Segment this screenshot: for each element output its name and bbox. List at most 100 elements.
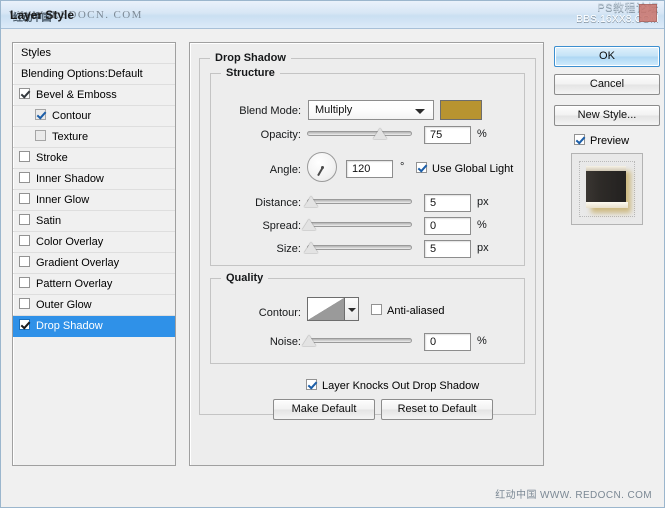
- footer-watermark-url: WWW. REDOCN. COM: [540, 490, 652, 501]
- style-item-label: Texture: [52, 131, 89, 143]
- style-item-inner-shadow[interactable]: Inner Shadow: [13, 169, 175, 190]
- checkbox-outer-glow[interactable]: [19, 298, 30, 309]
- blend-mode-value: Multiply: [315, 104, 353, 116]
- use-global-light-row[interactable]: Use Global Light: [416, 162, 513, 176]
- style-item-label: Inner Glow: [36, 194, 90, 206]
- structure-group: Structure Blend Mode: Multiply Opacity: …: [210, 67, 525, 266]
- angle-input[interactable]: 120: [346, 160, 393, 178]
- checkbox-stroke[interactable]: [19, 151, 30, 162]
- style-item-gradient-overlay[interactable]: Gradient Overlay: [13, 253, 175, 274]
- blend-mode-select[interactable]: Multiply: [308, 100, 434, 120]
- brand-watermark-square: [639, 4, 657, 22]
- checkbox-drop-shadow[interactable]: [19, 319, 30, 330]
- chevron-down-icon: [348, 308, 356, 312]
- new-style-button[interactable]: New Style...: [554, 105, 660, 126]
- checkbox-use-global-light[interactable]: [416, 162, 427, 173]
- structure-group-title: Structure: [221, 67, 280, 79]
- style-item-texture[interactable]: Texture: [13, 127, 175, 148]
- distance-slider-track: [307, 199, 412, 204]
- styles-list-panel: Styles Blending Options:Default Bevel & …: [12, 42, 176, 466]
- use-global-light-label: Use Global Light: [432, 163, 514, 175]
- style-item-bevel-emboss[interactable]: Bevel & Emboss: [13, 85, 175, 106]
- style-item-outer-glow[interactable]: Outer Glow: [13, 295, 175, 316]
- checkbox-gradient-overlay[interactable]: [19, 256, 30, 267]
- anti-aliased-label: Anti-aliased: [387, 305, 445, 317]
- style-item-stroke[interactable]: Stroke: [13, 148, 175, 169]
- contour-preview-swatch[interactable]: [307, 297, 345, 321]
- style-item-label: Color Overlay: [36, 236, 104, 248]
- checkbox-satin[interactable]: [19, 214, 30, 225]
- make-default-button[interactable]: Make Default: [273, 399, 375, 420]
- distance-label: Distance:: [255, 197, 301, 209]
- drop-shadow-group-title: Drop Shadow: [210, 52, 291, 64]
- layer-style-dialog: WWW. REDOCN. COM 红动中国 Layer Style PS教程论坛…: [0, 0, 665, 508]
- ok-button[interactable]: OK: [554, 46, 660, 67]
- style-item-contour[interactable]: Contour: [13, 106, 175, 127]
- checkbox-pattern-overlay[interactable]: [19, 277, 30, 288]
- size-unit: px: [477, 242, 489, 254]
- opacity-slider-thumb[interactable]: [373, 128, 387, 139]
- angle-dial-needle: [317, 167, 324, 177]
- size-slider-track: [307, 245, 412, 250]
- style-preview-thumbnail: [571, 153, 643, 225]
- checkbox-bevel-emboss[interactable]: [19, 88, 30, 99]
- style-item-label: Gradient Overlay: [36, 257, 120, 269]
- style-item-label: Satin: [36, 215, 62, 227]
- checkbox-contour[interactable]: [35, 109, 46, 120]
- distance-input[interactable]: 5: [424, 194, 471, 212]
- spread-input[interactable]: 0: [424, 217, 471, 235]
- spread-slider-thumb[interactable]: [302, 219, 316, 230]
- noise-slider-thumb[interactable]: [302, 335, 316, 346]
- checkbox-inner-shadow[interactable]: [19, 172, 30, 183]
- checkbox-preview[interactable]: [574, 134, 585, 145]
- checkbox-inner-glow[interactable]: [19, 193, 30, 204]
- styles-list-header: Styles: [13, 43, 175, 64]
- size-slider[interactable]: [304, 241, 412, 255]
- knockout-row[interactable]: Layer Knocks Out Drop Shadow: [306, 379, 479, 393]
- size-input[interactable]: 5: [424, 240, 471, 258]
- preview-row[interactable]: Preview: [574, 134, 629, 148]
- checkbox-texture[interactable]: [35, 130, 46, 141]
- blending-options-row[interactable]: Blending Options:Default: [13, 64, 175, 85]
- contour-dropdown-button[interactable]: [345, 297, 359, 321]
- style-item-label: Inner Shadow: [36, 173, 104, 185]
- distance-unit: px: [477, 196, 489, 208]
- style-item-inner-glow[interactable]: Inner Glow: [13, 190, 175, 211]
- shadow-color-swatch[interactable]: [440, 100, 482, 120]
- window-title: Layer Style: [10, 8, 75, 22]
- noise-input[interactable]: 0: [424, 333, 471, 351]
- opacity-input[interactable]: 75: [424, 126, 471, 144]
- distance-slider[interactable]: [304, 195, 412, 209]
- spread-slider[interactable]: [302, 218, 412, 232]
- style-item-satin[interactable]: Satin: [13, 211, 175, 232]
- opacity-slider[interactable]: [307, 127, 412, 141]
- style-item-drop-shadow[interactable]: Drop Shadow: [13, 316, 175, 337]
- noise-label: Noise:: [269, 336, 301, 348]
- checkbox-color-overlay[interactable]: [19, 235, 30, 246]
- preview-label: Preview: [590, 135, 630, 147]
- brand-watermark: PS教程论坛 BBS.16XX8.COM: [576, 2, 659, 26]
- preview-bottom-highlight: [586, 202, 628, 208]
- style-item-color-overlay[interactable]: Color Overlay: [13, 232, 175, 253]
- checkbox-anti-aliased[interactable]: [371, 304, 382, 315]
- style-item-pattern-overlay[interactable]: Pattern Overlay: [13, 274, 175, 295]
- style-item-label: Contour: [52, 110, 92, 122]
- noise-unit: %: [477, 335, 487, 347]
- anti-aliased-row[interactable]: Anti-aliased: [371, 304, 444, 318]
- quality-group-title: Quality: [221, 272, 269, 284]
- styles-header-label: Styles: [21, 47, 51, 59]
- size-slider-thumb[interactable]: [304, 242, 318, 253]
- checkbox-layer-knocks-out[interactable]: [306, 379, 317, 390]
- angle-dial[interactable]: [307, 152, 337, 182]
- cancel-button[interactable]: Cancel: [554, 74, 660, 95]
- noise-slider-track: [307, 338, 412, 343]
- footer-watermark: 红动中国 WWW. REDOCN. COM: [495, 486, 652, 501]
- knockout-label: Layer Knocks Out Drop Shadow: [322, 380, 480, 392]
- angle-label: Angle:: [269, 164, 301, 176]
- distance-slider-thumb[interactable]: [304, 196, 318, 207]
- noise-slider[interactable]: [302, 334, 412, 348]
- reset-to-default-button[interactable]: Reset to Default: [381, 399, 493, 420]
- opacity-label: Opacity:: [260, 129, 301, 141]
- style-item-label: Outer Glow: [36, 299, 92, 311]
- size-label: Size:: [276, 243, 301, 255]
